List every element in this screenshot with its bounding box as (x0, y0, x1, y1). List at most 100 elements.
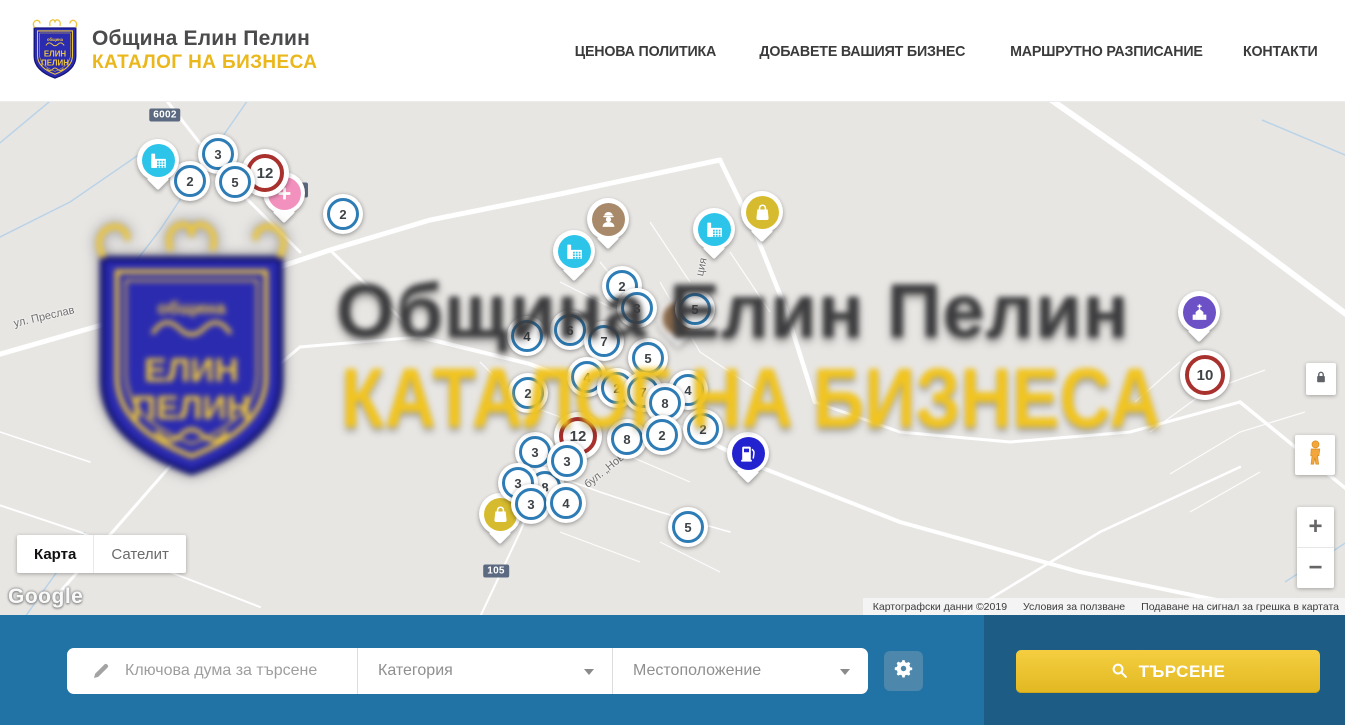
search-icon (1111, 662, 1128, 682)
road-number-badge: 6002 (149, 109, 180, 122)
factory-pin-marker[interactable] (137, 139, 179, 181)
map-cluster-marker[interactable]: 7 (584, 321, 624, 361)
zoom-control: + − (1297, 507, 1334, 588)
location-select-label: Местоположение (633, 662, 761, 680)
church-icon (1183, 296, 1216, 329)
lock-icon (1313, 369, 1329, 390)
cluster-count: 10 (1197, 367, 1214, 384)
site-subtitle: КАТАЛОГ НА БИЗНЕСА (92, 52, 317, 74)
cluster-count: 3 (563, 454, 570, 469)
cluster-count: 12 (257, 165, 274, 182)
cluster-count: 3 (214, 147, 221, 162)
cluster-count: 5 (231, 175, 238, 190)
cluster-count: 5 (684, 520, 691, 535)
worker-pin-marker[interactable] (587, 198, 629, 240)
page: община ЕЛИН ПЕЛИН Община Елин Пелин КАТА… (0, 0, 1345, 725)
pencil-icon (91, 661, 111, 681)
map-cluster-marker[interactable]: 4 (546, 483, 586, 523)
nav-item[interactable]: ЦЕНОВА ПОЛИТИКА (575, 43, 716, 60)
cluster-count: 8 (661, 396, 668, 411)
cluster-count: 5 (644, 351, 651, 366)
nav-item[interactable]: ДОБАВЕТЕ ВАШИЯТ БИЗНЕС (759, 43, 965, 60)
chevron-down-icon (840, 669, 850, 675)
gear-icon (893, 658, 914, 684)
map-cluster-marker[interactable]: 4 (507, 316, 547, 356)
cluster-count: 4 (684, 383, 691, 398)
cluster-count: 2 (699, 422, 706, 437)
church-pin-marker[interactable] (1178, 291, 1220, 333)
chevron-down-icon (584, 669, 594, 675)
google-logo[interactable]: Google (8, 585, 83, 609)
cluster-count: 2 (186, 174, 193, 189)
cluster-count: 6 (566, 323, 573, 338)
zoom-out-button[interactable]: − (1297, 548, 1334, 588)
road-number-badge: 105 (483, 565, 509, 578)
map-canvas[interactable]: 6002105 ул. Преславбул. „Новоселция 3212… (0, 102, 1345, 615)
cluster-count: 2 (339, 207, 346, 222)
street-view-pegman-button[interactable] (1295, 435, 1335, 475)
main-nav: ЦЕНОВА ПОЛИТИКА ДОБАВЕТЕ ВАШИЯТ БИЗНЕС МАР… (571, 0, 1320, 102)
zoom-in-button[interactable]: + (1297, 507, 1334, 548)
map-type-satellite-button[interactable]: Сателит (93, 535, 186, 573)
factory-icon (142, 144, 175, 177)
search-button[interactable]: ТЪРСЕНЕ (1016, 650, 1320, 693)
map-cluster-marker[interactable]: 5 (668, 507, 708, 547)
cluster-count: 5 (691, 302, 698, 317)
cluster-count: 8 (623, 432, 630, 447)
cluster-count: 2 (658, 428, 665, 443)
category-select-label: Категория (378, 662, 453, 680)
map-cluster-marker[interactable]: 2 (683, 409, 723, 449)
keyword-field (67, 648, 357, 694)
map-cluster-marker[interactable]: 3 (511, 484, 551, 524)
search-form: Категория Местоположение (67, 648, 868, 694)
map-cluster-marker[interactable]: 3 (617, 288, 657, 328)
cluster-count: 3 (633, 301, 640, 316)
keyword-search-input[interactable] (125, 662, 325, 680)
nav-item[interactable]: МАРШРУТНО РАЗПИСАНИЕ (1010, 43, 1203, 60)
factory-pin-marker[interactable] (693, 208, 735, 250)
map-cluster-marker[interactable]: 10 (1180, 350, 1230, 400)
fuel-pin-marker[interactable] (727, 432, 769, 474)
map-lock-button[interactable] (1306, 363, 1336, 395)
cluster-count: 4 (562, 496, 569, 511)
attribution-text: Картографски данни ©2019 (873, 601, 1007, 613)
cluster-count: 7 (600, 334, 607, 349)
svg-text:ПЕЛИН: ПЕЛИН (41, 59, 69, 68)
attribution-link[interactable]: Подаване на сигнал за грешка в картата (1141, 601, 1339, 613)
map-cluster-marker[interactable]: 8 (607, 419, 647, 459)
svg-text:ЕЛИН: ЕЛИН (44, 50, 67, 59)
pegman-icon (1302, 439, 1329, 471)
site-title: Община Елин Пелин (92, 27, 317, 51)
cluster-count: 4 (523, 329, 530, 344)
map-cluster-marker[interactable]: 2 (642, 415, 682, 455)
category-select[interactable]: Категория (357, 648, 612, 694)
header: община ЕЛИН ПЕЛИН Община Елин Пелин КАТА… (0, 0, 1345, 102)
map-attribution: Картографски данни ©2019 Условия за ползв… (863, 598, 1345, 615)
factory-icon (558, 235, 591, 268)
map-cluster-marker[interactable]: 3 (547, 441, 587, 481)
nav-item[interactable]: КОНТАКТИ (1243, 43, 1318, 60)
map-type-control: Карта Сателит (17, 535, 186, 573)
cluster-count: 4 (583, 370, 590, 385)
map-cluster-marker[interactable]: 5 (675, 289, 715, 329)
map-cluster-marker[interactable]: 5 (215, 162, 255, 202)
search-panel: Категория Местоположение ТЪРСЕНЕ (0, 615, 1345, 725)
fuel-icon (732, 437, 765, 470)
location-select[interactable]: Местоположение (612, 648, 868, 694)
cluster-count: 3 (527, 497, 534, 512)
cluster-count: 2 (524, 386, 531, 401)
map-cluster-marker[interactable]: 2 (323, 194, 363, 234)
bag-icon (746, 196, 779, 229)
worker-icon (592, 203, 625, 236)
municipality-crest-logo: община ЕЛИН ПЕЛИН (30, 17, 80, 84)
bag-pin-marker[interactable] (741, 191, 783, 233)
factory-icon (698, 213, 731, 246)
cluster-count: 3 (531, 445, 538, 460)
advanced-options-button[interactable] (884, 651, 923, 691)
attribution-link[interactable]: Условия за ползване (1023, 601, 1125, 613)
map-type-map-button[interactable]: Карта (17, 535, 93, 573)
map-cluster-marker[interactable]: 2 (508, 373, 548, 413)
brand-logo-link[interactable]: община ЕЛИН ПЕЛИН Община Елин Пелин КАТА… (30, 17, 317, 84)
search-button-label: ТЪРСЕНЕ (1139, 662, 1226, 682)
cluster-count: 2 (613, 381, 620, 396)
